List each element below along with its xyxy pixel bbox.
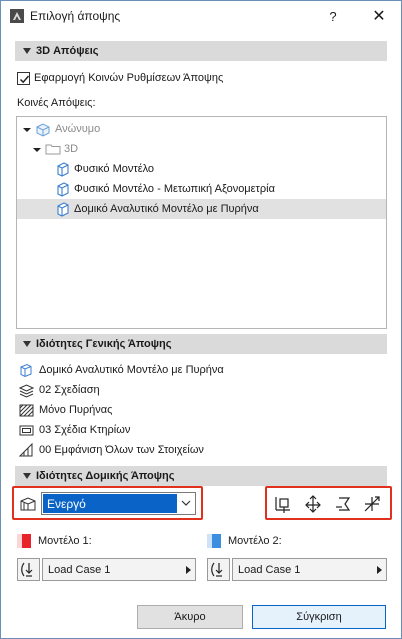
chevron-right-icon (186, 566, 191, 574)
structural-display-icon (19, 495, 37, 513)
structural-display-dropdown[interactable]: Ενεργό (41, 492, 196, 515)
collapse-triangle-icon (23, 48, 31, 54)
load-display-button[interactable] (362, 494, 382, 514)
tree-item-folder[interactable]: 3D (17, 139, 386, 159)
tree-item-label: Φυσικό Μοντέλο - Μετωπική Αξονομετρία (74, 183, 275, 195)
tree-item-label: Δομικό Αναλυτικό Μοντέλο με Πυρήνα (74, 203, 259, 215)
common-views-tree[interactable]: Ανώνυμο 3D Φυσικό Μοντέλο Φυσικό Μοντέλο… (16, 116, 387, 329)
tree-item-root[interactable]: Ανώνυμο (17, 119, 386, 139)
release-display-button[interactable] (333, 494, 353, 514)
support-display-button[interactable] (273, 494, 293, 514)
3d-view-icon (55, 201, 71, 217)
load-case-1-select[interactable]: Load Case 1 (42, 558, 196, 581)
collapse-triangle-icon (23, 341, 31, 347)
close-button[interactable]: ✕ (364, 6, 394, 28)
model-2-label: Μοντέλο 2: (228, 535, 282, 547)
tree-item-view[interactable]: Φυσικό Μοντέλο (17, 159, 386, 179)
layers-icon (18, 383, 35, 398)
cancel-button[interactable]: Άκυρο (137, 605, 243, 629)
model-2-color-swatch (207, 534, 221, 548)
view-selection-dialog: Επιλογή άποψης ? ✕ 3D Απόψεις Εφαρμογή Κ… (0, 0, 402, 639)
tree-item-view-selected[interactable]: Δομικό Αναλυτικό Μοντέλο με Πυρήνα (17, 199, 386, 219)
section-title: 3D Απόψεις (36, 45, 99, 57)
view-map-icon (35, 121, 51, 137)
3d-view-icon (55, 181, 71, 197)
common-views-label: Κοινές Απόψεις: (17, 97, 96, 109)
tree-item-view[interactable]: Φυσικό Μοντέλο - Μετωπική Αξονομετρία (17, 179, 386, 199)
chevron-right-icon (377, 566, 382, 574)
dropdown-selected-value: Ενεργό (43, 494, 177, 513)
model-1-label-row: Μοντέλο 1: (17, 534, 137, 548)
help-button[interactable]: ? (319, 6, 347, 28)
expand-chevron-icon[interactable] (23, 125, 31, 133)
title-bar: Επιλογή άποψης ? ✕ (1, 1, 401, 31)
tree-item-label: 3D (64, 143, 79, 155)
compare-button[interactable]: Σύγκριση (252, 605, 386, 629)
collapse-triangle-icon (23, 473, 31, 479)
apply-common-settings-checkbox[interactable] (17, 72, 30, 85)
prop-text: 03 Σχέδια Κτηρίων (39, 424, 131, 436)
section-title: Ιδιότητες Δομικής Άποψης (36, 470, 175, 482)
load-case-1-icon-button[interactable] (17, 558, 40, 581)
section-header-structural-view[interactable]: Ιδιότητες Δομικής Άποψης (15, 466, 387, 486)
section-title: Ιδιότητες Γενικής Άποψης (36, 338, 172, 350)
prop-text: Δομικό Αναλυτικό Μοντέλο με Πυρήνα (39, 364, 224, 376)
section-header-general-view[interactable]: Ιδιότητες Γενικής Άποψης (15, 334, 387, 354)
model-1-color-swatch (17, 534, 31, 548)
model-2-label-row: Μοντέλο 2: (207, 534, 327, 548)
tree-item-label: Ανώνυμο (55, 123, 101, 135)
load-case-2-icon-button[interactable] (207, 558, 230, 581)
axis-display-button[interactable] (303, 494, 323, 514)
folder-icon (45, 141, 61, 157)
model-view-icon (19, 363, 34, 378)
expand-chevron-icon[interactable] (33, 145, 41, 153)
load-case-1-value: Load Case 1 (48, 564, 111, 576)
prop-text: 02 Σχεδίαση (39, 384, 100, 396)
chevron-down-icon (180, 498, 192, 508)
model-1-label: Μοντέλο 1: (38, 535, 92, 547)
structure-icon (19, 403, 34, 418)
window-title: Επιλογή άποψης (30, 9, 121, 23)
archicad-app-icon (10, 9, 24, 23)
partial-display-icon (18, 442, 34, 458)
3d-view-icon (55, 161, 71, 177)
pen-set-icon (19, 423, 34, 438)
prop-text: 00 Εμφάνιση Όλων των Στοιχείων (39, 444, 204, 456)
checkbox-label: Εφαρμογή Κοινών Ρυθμίσεων Άποψης (34, 72, 224, 84)
load-case-2-select[interactable]: Load Case 1 (232, 558, 387, 581)
tree-item-label: Φυσικό Μοντέλο (74, 163, 155, 175)
section-header-3d-views[interactable]: 3D Απόψεις (15, 41, 387, 61)
prop-text: Μόνο Πυρήνας (39, 404, 113, 416)
load-case-2-value: Load Case 1 (238, 564, 301, 576)
